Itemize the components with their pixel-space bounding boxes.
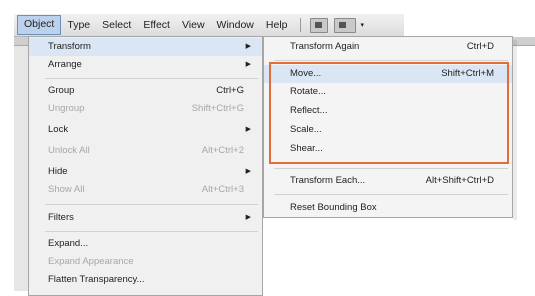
menu-item-arrange[interactable]: Arrange ▶ <box>29 56 262 74</box>
menu-item-label: Hide <box>48 166 68 177</box>
menu-item-label: Expand Appearance <box>48 256 134 267</box>
menu-item-expand[interactable]: Expand... <box>29 235 262 253</box>
menu-item-lock[interactable]: Lock ▶ <box>29 121 262 139</box>
workspace-layout-icon[interactable] <box>333 17 356 33</box>
menu-item-unlock-all: Unlock All Alt+Ctrl+2 <box>29 142 262 160</box>
submenu-shadow <box>513 40 517 220</box>
menu-separator <box>45 231 258 232</box>
menu-separator <box>45 204 258 205</box>
menu-item-group[interactable]: Group Ctrl+G <box>29 82 262 100</box>
menu-item-label: Unlock All <box>48 145 90 156</box>
menu-item-label: Expand... <box>48 238 89 249</box>
menu-effect[interactable]: Effect <box>137 16 176 34</box>
menu-item-label: Flatten Transparency... <box>48 274 145 285</box>
menu-item-label: Group <box>48 85 75 96</box>
menu-bar: Object Type Select Effect View Window He… <box>14 14 404 37</box>
submenu-arrow-icon: ▶ <box>245 214 251 221</box>
submenu-arrow-icon: ▶ <box>245 168 251 175</box>
shortcut-text: Alt+Shift+Ctrl+D <box>425 175 494 186</box>
chevron-down-icon[interactable]: ▾ <box>361 21 365 29</box>
menu-item-label: Filters <box>48 212 74 223</box>
menu-item-filters[interactable]: Filters ▶ <box>29 209 262 227</box>
menu-item-label: Show All <box>48 184 85 195</box>
shortcut-text: Ctrl+G <box>216 85 244 96</box>
menu-item-label: Transform Each... <box>290 175 366 186</box>
menu-item-label: Transform <box>48 41 91 52</box>
menu-item-label: Reset Bounding Box <box>290 202 377 213</box>
shortcut-text: Ctrl+D <box>466 41 494 52</box>
menu-window[interactable]: Window <box>211 16 260 34</box>
menu-item-transform-each[interactable]: Transform Each... Alt+Shift+Ctrl+D <box>264 172 512 190</box>
object-menu: Transform ▶ Arrange ▶ Group Ctrl+G Ungro… <box>28 36 263 296</box>
canvas-area <box>14 46 28 291</box>
submenu-arrow-icon: ▶ <box>245 126 251 133</box>
arrange-documents-icon[interactable] <box>309 17 328 33</box>
menu-item-show-all: Show All Alt+Ctrl+3 <box>29 181 262 199</box>
menu-item-label: Lock <box>48 124 69 135</box>
menu-item-label: Arrange <box>48 59 82 70</box>
shortcut-text: Shift+Ctrl+G <box>191 103 244 114</box>
menu-type[interactable]: Type <box>61 16 96 34</box>
menu-view[interactable]: View <box>176 16 211 34</box>
menu-item-expand-appearance: Expand Appearance <box>29 253 262 271</box>
menu-separator <box>274 60 508 61</box>
shortcut-text: Alt+Ctrl+2 <box>201 145 244 156</box>
shortcut-text: Alt+Ctrl+3 <box>201 184 244 195</box>
menu-select[interactable]: Select <box>96 16 137 34</box>
menu-object[interactable]: Object <box>17 15 62 35</box>
menu-item-label: Transform Again <box>290 41 360 52</box>
menu-separator <box>274 168 508 169</box>
menu-item-label: Ungroup <box>48 103 85 114</box>
submenu-arrow-icon: ▶ <box>245 61 251 68</box>
submenu-arrow-icon: ▶ <box>245 43 251 50</box>
menu-item-transform[interactable]: Transform ▶ <box>29 38 262 56</box>
menu-item-hide[interactable]: Hide ▶ <box>29 163 262 181</box>
menu-help[interactable]: Help <box>260 16 294 34</box>
menu-item-reset-bounding-box[interactable]: Reset Bounding Box <box>264 199 512 217</box>
highlight-outline <box>269 62 509 164</box>
menu-separator <box>274 194 508 195</box>
menubar-divider <box>299 18 301 32</box>
menu-separator <box>45 78 258 79</box>
menu-item-ungroup: Ungroup Shift+Ctrl+G <box>29 100 262 118</box>
menu-item-transform-again[interactable]: Transform Again Ctrl+D <box>264 38 512 56</box>
menu-item-flatten-transparency[interactable]: Flatten Transparency... <box>29 271 262 289</box>
